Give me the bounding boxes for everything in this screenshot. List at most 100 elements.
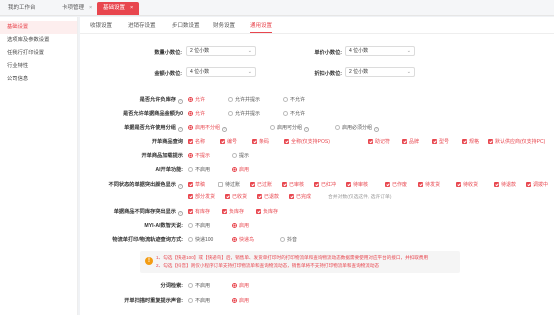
ai-enable[interactable]: 启用 [232,166,249,173]
checkbox-checked-icon [250,182,255,187]
option-label: 待发货 [425,182,441,188]
negative-stock-allow[interactable]: 允许 [188,96,205,103]
scan-repeat-disable[interactable]: 不启用 [188,297,210,304]
help-icon[interactable]: ? [374,127,380,132]
load-tip-none[interactable]: 不提示 [188,152,210,159]
bill-status-refunded[interactable]: 已退款 [257,193,279,200]
option-label: 已过账 [257,182,273,188]
subtab-finance[interactable]: 财务设置 [213,20,235,33]
sidebar-item-print-settings[interactable]: 任我行打印设置 [0,47,77,60]
bill-status-to-receive[interactable]: 待收货 [456,181,478,188]
sidebar: 基础设置 选项库及参数设置 任我行打印设置 行业特性 公司信息 [0,17,78,315]
subtab-inventory[interactable]: 进销存设置 [128,20,156,33]
goods-query-code[interactable]: 编号 [220,138,237,145]
bill-status-approved[interactable]: 已审核 [282,181,304,188]
option-label: 已审核 [289,182,305,188]
help-icon[interactable]: ? [304,127,310,132]
checkbox-checked-icon [314,182,319,187]
amount-decimal-select[interactable]: 4 位小数 ⌄ [186,67,256,77]
close-icon[interactable]: × [130,5,133,11]
help-icon[interactable]: ? [178,184,183,189]
option-label: 已退款 [264,194,280,200]
zero-price-disallow[interactable]: 不允许 [283,110,305,117]
checkbox-checked-icon [385,182,390,187]
goods-query-model[interactable]: 型号 [432,138,449,145]
subtab-cashier[interactable]: 收银设置 [90,20,112,33]
stock-highlight-negative-a[interactable]: 负库存 [222,208,244,215]
option-label: 有库存 [195,209,211,215]
grouping-no-group[interactable]: 启用不分组? [188,124,228,132]
unit-price-decimal-select[interactable]: 4 位小数 ⌄ [345,46,415,56]
radio-selected-icon [232,283,237,288]
qty-decimal-select[interactable]: 2 位小数 ⌄ [186,46,256,56]
goods-query-mnemonic[interactable]: 助记符 [368,138,390,145]
myi-ai-enable[interactable]: 启用 [232,222,249,229]
logistics-kdniao[interactable]: 快递鸟 [232,236,254,243]
goods-query-name[interactable]: 名称 [188,138,205,145]
myi-ai-disable[interactable]: 不启用 [188,222,210,229]
bill-status-to-refund[interactable]: 待退款 [494,181,516,188]
tab-basic-settings[interactable]: 基础设置 × [97,2,140,15]
bill-status-transferring[interactable]: 调拨中 [526,181,548,188]
sidebar-item-options-params[interactable]: 选项库及参数设置 [0,34,77,47]
ai-disable[interactable]: 不启用 [188,166,210,173]
logistics-douyin[interactable]: 抖音 [280,236,297,243]
goods-query-supplier[interactable]: 默认供应商(仅支持PC) [488,138,545,145]
negative-stock-allow-prompt[interactable]: 允许并提示 [228,96,260,103]
option-label: 已完成 [296,194,312,200]
bill-status-partial-shipped[interactable]: 部分发货 [188,193,215,200]
bill-status-completed[interactable]: 已完成 [289,193,311,200]
label-text: 是否允许单据商品金额为0 [123,111,183,117]
sidebar-item-basic-settings[interactable]: 基础设置 [0,21,77,34]
close-icon[interactable]: × [89,5,92,11]
option-label: 部分发货 [195,194,216,200]
help-icon[interactable]: ? [178,99,183,104]
goods-query-spec[interactable]: 规格 [462,138,479,145]
goods-query-brand[interactable]: 品牌 [402,138,419,145]
option-label: 草稿 [195,182,206,188]
scan-repeat-enable[interactable]: 启用 [232,297,249,304]
grouping-required[interactable]: 启用必须分组? [335,124,380,132]
option-label: 启用 [239,283,250,289]
bill-status-reversed[interactable]: 已红冲 [314,181,336,188]
goods-query-fullname[interactable]: 全称(仅支持POS) [284,138,330,145]
discount-decimal-select[interactable]: 2 位小数 ⌄ [345,67,415,77]
help-icon[interactable]: ? [222,127,228,132]
note-line-2: 2、勾选【抖音】则仅小程序订单支持打印物流单和查询物流动态，销售单将不支持打印物… [156,263,380,268]
zero-price-allow[interactable]: 允许 [188,110,205,117]
negative-stock-label: 是否允许负库存? [80,96,183,104]
sidebar-item-company-info[interactable]: 公司信息 [0,73,77,86]
option-label: 型号 [439,139,450,145]
word-search-enable[interactable]: 启用 [232,282,249,289]
bill-status-void[interactable]: 已作废 [385,181,407,188]
negative-stock-disallow[interactable]: 不允许 [283,96,305,103]
myi-ai-label: MYI-AI数智天说: [80,222,183,229]
bill-status-review[interactable]: 待审核 [346,181,368,188]
checkbox-checked-icon [402,139,407,144]
tab-workbench[interactable]: 我的工作台 [2,2,42,15]
load-tip-show[interactable]: 提示 [232,152,249,159]
zero-price-allow-prompt[interactable]: 允许并提示 [228,110,260,117]
goods-query-barcode[interactable]: 条码 [252,138,269,145]
subtab-steps[interactable]: 步口数设置 [172,20,200,33]
bill-status-pending[interactable]: 待过账 [218,181,240,188]
option-label: 待收货 [463,182,479,188]
bill-status-posted[interactable]: 已过账 [250,181,272,188]
help-icon[interactable]: ? [178,211,183,216]
label-text: 开单商品查询 [151,139,183,145]
subtab-general[interactable]: 通用设置 [250,20,273,33]
bill-status-draft[interactable]: 草稿 [188,181,205,188]
stock-highlight-negative-b[interactable]: 负库存 [256,208,278,215]
bill-status-hint: 合并对数(仅选这件, 选许订单) [328,195,392,200]
word-search-disable[interactable]: 不启用 [188,282,210,289]
logistics-note: ! 1、勾选【快递100】或【快递鸟】后，销售单、发货单打印时的打印物流单和查询… [140,251,460,273]
help-icon[interactable]: ? [178,127,183,132]
tab-card-management[interactable]: 卡项管理 × [56,2,98,15]
sidebar-item-industry[interactable]: 行业特性 [0,60,77,73]
stock-highlight-has-stock[interactable]: 有库存 [188,208,210,215]
bill-status-received[interactable]: 已收货 [225,193,247,200]
logistics-kd100[interactable]: 快递100 [188,236,213,243]
label-text: 单据商品不同库存突出显示 [113,209,176,215]
grouping-optional[interactable]: 启用可分组? [270,124,310,132]
bill-status-to-ship[interactable]: 待发货 [418,181,440,188]
